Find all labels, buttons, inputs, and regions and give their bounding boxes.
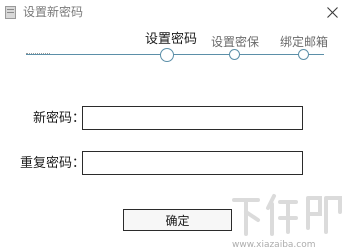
window-title: 设置新密码 xyxy=(23,5,84,19)
progress-track xyxy=(26,54,324,55)
close-button[interactable] xyxy=(322,3,342,21)
app-icon xyxy=(5,6,16,19)
close-icon xyxy=(326,6,338,18)
repeat-password-input[interactable] xyxy=(82,151,303,175)
step-node-active xyxy=(160,48,174,62)
step-node-3 xyxy=(298,49,309,60)
step-progress: 设置密码 设置密保 绑定邮箱 xyxy=(0,26,348,66)
title-bar: 设置新密码 xyxy=(0,0,348,26)
step-label-bind-email: 绑定邮箱 xyxy=(280,35,329,49)
watermark-url: www.xiazaiba.com xyxy=(232,240,316,250)
repeat-password-label: 重复密码： xyxy=(20,156,86,171)
new-password-input[interactable] xyxy=(82,106,303,130)
step-label-set-password: 设置密码 xyxy=(145,32,198,47)
step-label-set-security: 设置密保 xyxy=(211,35,260,49)
new-password-label: 新密码： xyxy=(33,111,86,126)
step-node-2 xyxy=(229,49,240,60)
confirm-button[interactable]: 确定 xyxy=(123,209,232,231)
watermark-logo xyxy=(232,194,342,236)
